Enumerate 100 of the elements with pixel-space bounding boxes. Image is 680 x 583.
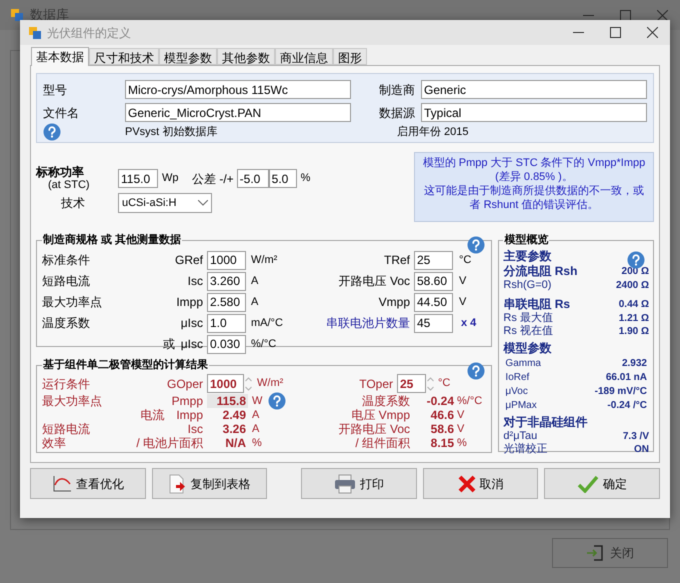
ok-button[interactable]: 确定 xyxy=(544,468,660,499)
input-field[interactable]: 45 xyxy=(414,314,453,332)
parameter-name: μIsc xyxy=(180,315,203,332)
input-field[interactable]: 0.030 xyxy=(207,334,246,354)
parameter-name: 电压 Vmpp xyxy=(350,408,410,422)
input-field[interactable]: 58.60 xyxy=(414,272,453,290)
overview-value: 7.3 /V xyxy=(622,430,649,444)
unit-label: W/m² xyxy=(251,252,278,268)
parameter-name: 串联电池片数量 xyxy=(325,315,411,332)
dialog-title: 光伏组件的定义 xyxy=(47,24,131,42)
chevron-down-icon xyxy=(198,200,208,206)
result-value: 8.15 xyxy=(430,436,454,450)
overview-value: 66.01 nA xyxy=(606,370,647,384)
unit-label: %/°C xyxy=(457,394,482,408)
tab[interactable]: 基本数据 xyxy=(31,47,89,66)
app-icon xyxy=(28,26,42,40)
parameter-name: Isc xyxy=(188,273,203,290)
parameter-name: TRef xyxy=(382,252,411,269)
overview-value: 1.90 Ω xyxy=(618,324,649,338)
result-value: N/A xyxy=(224,436,247,450)
parameter-name: Isc xyxy=(188,422,203,436)
result-value: -0.24 xyxy=(426,394,454,408)
parameter-name: / 电池片面积 xyxy=(136,436,203,450)
section-title: 制造商规格 或 其他测量数据 xyxy=(42,232,182,248)
overview-parameter: μPMax xyxy=(505,398,537,412)
input-field[interactable]: 1.0 xyxy=(207,314,246,332)
input-field[interactable]: 3.260 xyxy=(207,272,246,290)
row-label: 温度系数 xyxy=(42,315,91,332)
close-icon[interactable] xyxy=(657,10,668,20)
row-label: 效率 xyxy=(42,436,66,450)
field-label: 文件名 xyxy=(43,104,80,122)
nominal-power-label: 标称功率 xyxy=(36,166,85,179)
close-icon[interactable] xyxy=(647,27,658,38)
unit-label: V xyxy=(457,422,464,436)
help-icon[interactable] xyxy=(467,236,486,254)
input-field[interactable]: 44.50 xyxy=(414,292,453,312)
overview-value: 2.932 xyxy=(622,356,647,370)
tab[interactable]: 其他参数 xyxy=(217,48,275,65)
input-field[interactable]: Generic xyxy=(421,80,647,99)
input-field[interactable]: Typical xyxy=(421,103,647,122)
input-field[interactable]: 115.0 xyxy=(118,169,158,188)
cross-icon xyxy=(458,474,476,492)
tab[interactable]: 尺寸和技术 xyxy=(89,48,159,65)
overview-heading: 模型参数 xyxy=(503,340,552,356)
copy-to-table-button[interactable]: 复制到表格 xyxy=(152,468,268,499)
overview-parameter: 串联电阻 Rs xyxy=(503,296,570,312)
start-year: 启用年份 2015 xyxy=(397,124,469,140)
curve-chart-icon xyxy=(52,474,72,492)
cancel-button[interactable]: 取消 xyxy=(422,468,538,499)
technology-dropdown[interactable]: uCSi-aSi:H xyxy=(118,193,212,213)
result-value: 2.49 xyxy=(222,408,247,422)
exit-icon xyxy=(586,544,604,562)
tab[interactable]: 模型参数 xyxy=(159,48,217,65)
print-button[interactable]: 打印 xyxy=(301,468,417,499)
tab[interactable]: 图形 xyxy=(333,48,367,65)
window-title: 数据库 xyxy=(30,6,69,24)
input-field[interactable]: 25 xyxy=(414,250,453,270)
overview-parameter: Rs 最大值 xyxy=(503,310,553,325)
parameter-name: / 组件面积 xyxy=(354,436,410,450)
input-field[interactable]: 5.0 xyxy=(268,169,297,188)
parameter-name: Impp xyxy=(176,294,203,311)
result-value: 115.8 xyxy=(207,394,248,408)
input-field[interactable]: 1000 xyxy=(207,250,246,270)
input-field[interactable]: Generic_MicroCryst.PAN xyxy=(125,103,351,122)
help-icon[interactable] xyxy=(268,392,286,410)
unit-label: Wp xyxy=(162,171,180,186)
input-field[interactable]: -5.0 xyxy=(236,169,269,188)
help-icon[interactable] xyxy=(627,250,645,268)
result-value: 3.26 xyxy=(222,422,247,436)
unit-label: % xyxy=(300,171,310,186)
overview-value: -189 mV/°C xyxy=(594,384,647,398)
overview-value: 2400 Ω xyxy=(616,278,649,292)
result-value: 46.6 xyxy=(430,408,454,422)
row-label: 最大功率点 xyxy=(42,294,103,311)
overview-parameter: d²μTau xyxy=(503,428,538,442)
help-icon[interactable] xyxy=(43,123,61,141)
or-label: 或 xyxy=(162,336,175,353)
unit-label: % xyxy=(457,436,467,450)
input-field[interactable]: 25 xyxy=(397,374,426,393)
tab[interactable]: 商业信息 xyxy=(275,48,333,65)
unit-label: V xyxy=(457,408,464,422)
view-optimization-button[interactable]: 查看优化 xyxy=(30,468,146,499)
parameter-name: GOper xyxy=(166,376,204,392)
field-label: 制造商 xyxy=(378,82,415,98)
overview-heading: 对于非晶硅组件 xyxy=(503,414,588,430)
technology-label: 技术 xyxy=(60,195,86,212)
row-label: 运行条件 xyxy=(42,376,91,392)
parameter-name: TOper xyxy=(358,376,394,392)
overview-parameter: μVoc xyxy=(505,384,528,398)
document-arrow-icon xyxy=(168,474,186,494)
overview-parameter: 光谱校正 xyxy=(503,441,548,457)
unit-label: x 4 xyxy=(461,316,476,331)
overview-parameter: IoRef xyxy=(505,370,530,384)
maximize-icon[interactable] xyxy=(610,27,621,38)
help-icon[interactable] xyxy=(467,362,486,380)
stc-note: (at STC) xyxy=(47,179,91,191)
input-field[interactable]: 1000 xyxy=(207,374,244,393)
input-field[interactable]: 2.580 xyxy=(207,292,246,312)
row-label: 电流 xyxy=(140,408,164,422)
input-field[interactable]: Micro-crys/Amorphous 115Wc xyxy=(125,80,351,99)
